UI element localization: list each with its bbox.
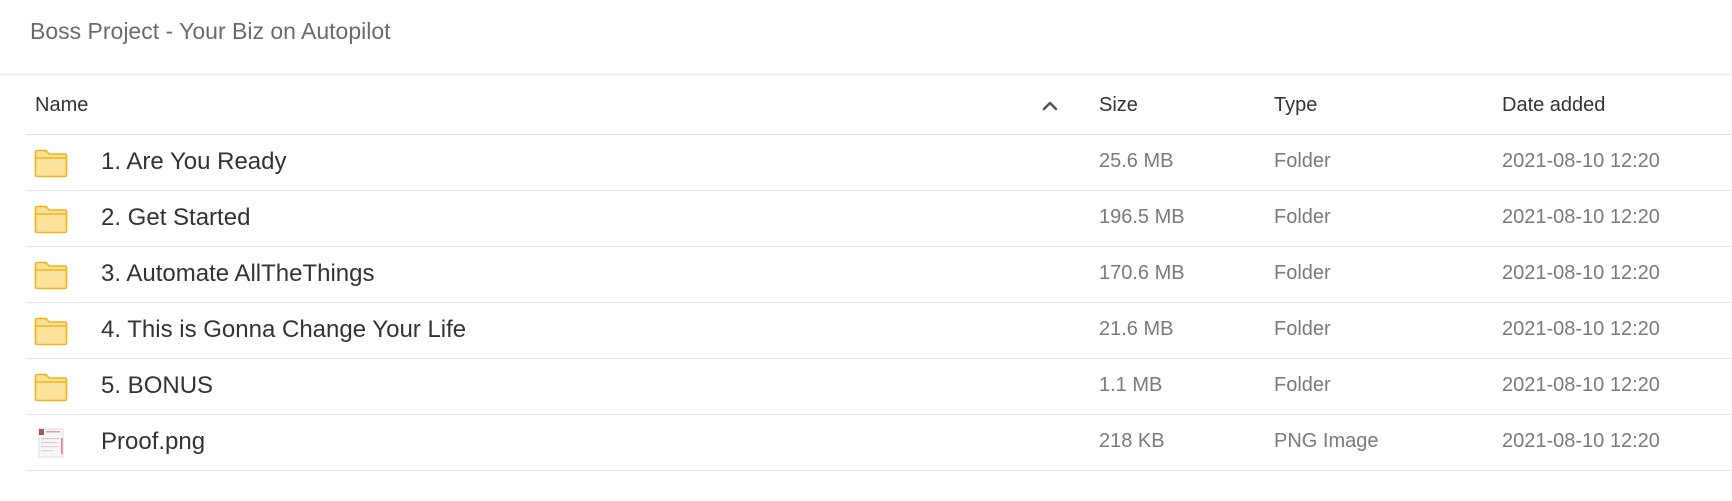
file-size: 218 KB bbox=[1099, 430, 1165, 452]
column-header-size[interactable]: Size bbox=[1099, 94, 1138, 117]
file-date-added: 2021-08-10 12:20 bbox=[1502, 206, 1660, 228]
page-title: Boss Project - Your Biz on Autopilot bbox=[30, 18, 391, 44]
file-size: 196.5 MB bbox=[1099, 206, 1185, 228]
folder-icon bbox=[34, 372, 68, 402]
breadcrumb: Boss Project - Your Biz on Autopilot bbox=[0, 0, 1732, 75]
folder-icon bbox=[34, 316, 68, 346]
file-date-added: 2021-08-10 12:20 bbox=[1502, 150, 1660, 172]
file-name[interactable]: Proof.png bbox=[101, 428, 205, 456]
file-type: Folder bbox=[1274, 262, 1331, 284]
file-name[interactable]: 3. Automate AllTheThings bbox=[101, 260, 375, 288]
file-type: Folder bbox=[1274, 318, 1331, 340]
file-size: 170.6 MB bbox=[1099, 262, 1185, 284]
folder-icon bbox=[34, 148, 68, 178]
file-name[interactable]: 2. Get Started bbox=[101, 204, 250, 232]
folder-icon bbox=[34, 204, 68, 234]
file-name[interactable]: 5. BONUS bbox=[101, 372, 213, 400]
file-table: Name Size Type Date added 1. Are You Rea… bbox=[26, 76, 1732, 471]
table-row[interactable]: Proof.png 218 KB PNG Image 2021-08-10 12… bbox=[26, 415, 1732, 471]
file-size: 21.6 MB bbox=[1099, 318, 1174, 340]
table-body: 1. Are You Ready 25.6 MB Folder 2021-08-… bbox=[26, 135, 1732, 471]
file-type: Folder bbox=[1274, 374, 1331, 396]
table-row[interactable]: 3. Automate AllTheThings 170.6 MB Folder… bbox=[26, 247, 1732, 303]
table-row[interactable]: 2. Get Started 196.5 MB Folder 2021-08-1… bbox=[26, 191, 1732, 247]
file-type: Folder bbox=[1274, 150, 1331, 172]
file-type: PNG Image bbox=[1274, 430, 1379, 452]
image-thumbnail-icon bbox=[34, 428, 68, 458]
file-date-added: 2021-08-10 12:20 bbox=[1502, 262, 1660, 284]
table-row[interactable]: 1. Are You Ready 25.6 MB Folder 2021-08-… bbox=[26, 135, 1732, 191]
table-header: Name Size Type Date added bbox=[26, 76, 1732, 135]
file-size: 25.6 MB bbox=[1099, 150, 1174, 172]
column-header-name[interactable]: Name bbox=[35, 94, 88, 117]
table-row[interactable]: 5. BONUS 1.1 MB Folder 2021-08-10 12:20 bbox=[26, 359, 1732, 415]
column-header-type[interactable]: Type bbox=[1274, 94, 1317, 117]
file-date-added: 2021-08-10 12:20 bbox=[1502, 318, 1660, 340]
column-header-date-added[interactable]: Date added bbox=[1502, 94, 1605, 117]
file-date-added: 2021-08-10 12:20 bbox=[1502, 374, 1660, 396]
file-name[interactable]: 4. This is Gonna Change Your Life bbox=[101, 316, 466, 344]
file-date-added: 2021-08-10 12:20 bbox=[1502, 430, 1660, 452]
file-size: 1.1 MB bbox=[1099, 374, 1163, 396]
table-row[interactable]: 4. This is Gonna Change Your Life 21.6 M… bbox=[26, 303, 1732, 359]
folder-icon bbox=[34, 260, 68, 290]
chevron-up-icon[interactable] bbox=[1040, 98, 1060, 114]
file-type: Folder bbox=[1274, 206, 1331, 228]
file-name[interactable]: 1. Are You Ready bbox=[101, 148, 286, 176]
